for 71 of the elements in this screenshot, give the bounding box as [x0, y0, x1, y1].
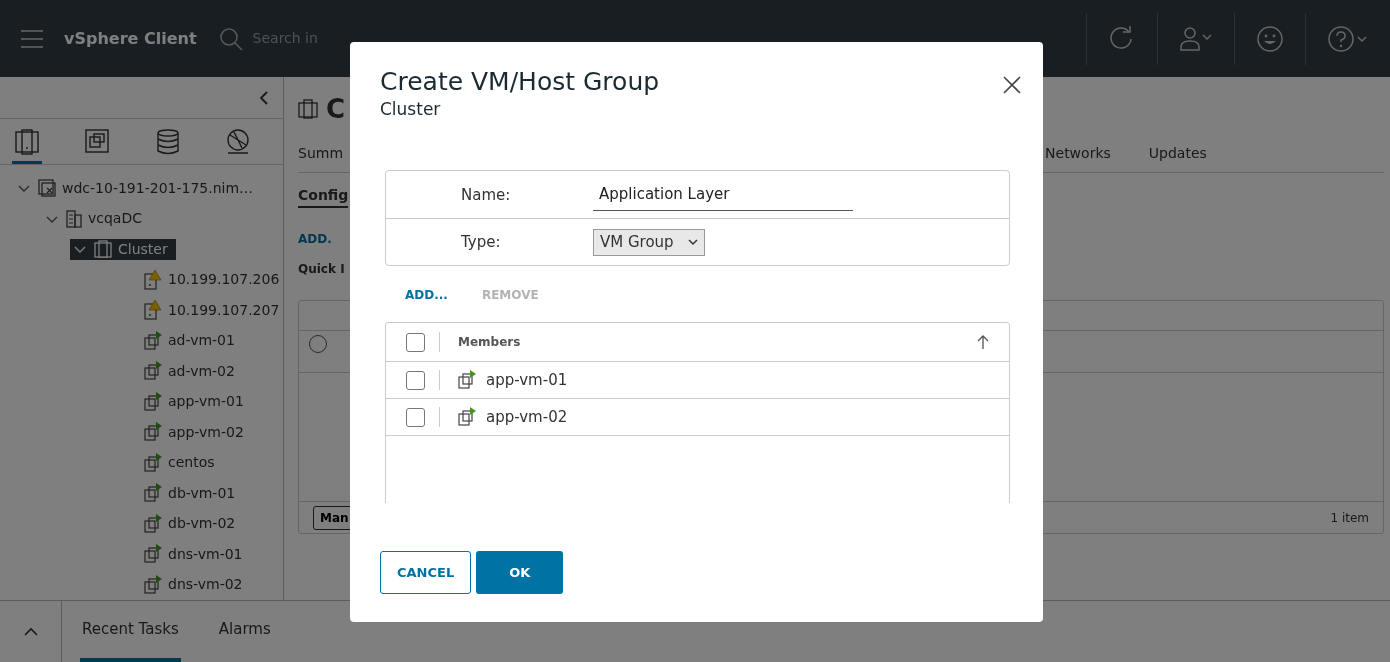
view-tab[interactable] — [12, 129, 42, 164]
tree-item[interactable]: ad-vm-01 — [144, 330, 235, 352]
page-title: C — [326, 92, 346, 126]
cluster-icon — [298, 99, 318, 119]
tab[interactable]: Recent Tasks — [80, 601, 181, 662]
tab[interactable]: Summ — [298, 143, 344, 164]
tree-item[interactable]: 10.199.107.206 — [144, 269, 280, 291]
tree-item[interactable]: ad-vm-02 — [144, 360, 235, 382]
column-header: Members — [458, 334, 521, 352]
dialog-title: Create VM/Host Group — [380, 68, 660, 97]
tree-item[interactable]: 10.199.107.207 — [144, 299, 280, 321]
checkbox[interactable] — [406, 370, 425, 390]
vm-icon — [458, 407, 476, 428]
menu-icon[interactable] — [20, 28, 44, 49]
subtab[interactable]: Config — [298, 185, 349, 208]
field-label: Name: — [460, 184, 512, 206]
tree-item[interactable]: vcqaDC — [42, 208, 142, 230]
tree-item[interactable]: dns-vm-02 — [144, 574, 243, 596]
vm-icon — [144, 391, 162, 412]
tree-item[interactable]: db-vm-02 — [144, 513, 236, 535]
smiley-icon[interactable] — [1257, 25, 1283, 52]
vm-icon — [144, 483, 162, 504]
close-icon — [1003, 75, 1021, 94]
tree-item[interactable]: dns-vm-01 — [144, 543, 243, 565]
sort-icon[interactable] — [977, 334, 989, 351]
checkbox[interactable] — [406, 332, 425, 352]
member-name: app-vm-02 — [486, 407, 568, 428]
tab[interactable]: Updates — [1148, 143, 1207, 164]
ok-button[interactable]: OK — [476, 551, 564, 594]
tree-item[interactable]: app-vm-01 — [144, 391, 244, 413]
server-icon — [38, 179, 56, 198]
collapse-icon[interactable] — [259, 89, 269, 106]
refresh-icon[interactable] — [1109, 25, 1135, 52]
vm-icon — [144, 544, 162, 565]
checkbox[interactable] — [406, 407, 425, 427]
dialog-subtitle: Cluster — [380, 97, 442, 121]
caret-icon — [687, 238, 698, 246]
host-warning-icon — [144, 300, 162, 321]
tree-item[interactable]: db-vm-01 — [144, 482, 236, 504]
host-warning-icon — [144, 269, 162, 290]
search-icon[interactable] — [218, 26, 243, 51]
tree-item[interactable]: app-vm-02 — [144, 421, 244, 443]
vm-icon — [144, 452, 162, 473]
add-button[interactable]: ADD... — [405, 286, 448, 305]
vms-view-icon — [85, 129, 110, 155]
vm-icon — [458, 370, 476, 391]
filter-label: Quick I — [298, 261, 346, 278]
vm-icon — [144, 330, 162, 351]
vm-icon — [144, 574, 162, 595]
vm-icon — [144, 361, 162, 382]
network-view-icon — [226, 129, 250, 155]
user-icon[interactable] — [1180, 25, 1212, 52]
tab[interactable]: Networks — [1045, 143, 1111, 164]
vm-icon — [144, 422, 162, 443]
tree-item[interactable]: Cluster — [70, 238, 176, 260]
field-label: Type: — [460, 232, 502, 253]
tab[interactable]: Alarms — [216, 601, 273, 662]
vm-icon — [144, 513, 162, 534]
tree-item[interactable]: wdc-10-191-201-175.nim… — [14, 177, 254, 199]
type-select[interactable]: VM Group — [593, 229, 705, 256]
tree-item[interactable]: centos — [144, 452, 215, 474]
cluster-icon — [94, 240, 112, 259]
item-count: 1 item — [1330, 509, 1369, 527]
expand-icon[interactable] — [23, 626, 38, 637]
member-name: app-vm-01 — [486, 370, 568, 391]
app-title: vSphere Client — [64, 27, 197, 50]
storage-view-icon — [155, 129, 180, 155]
hosts-view-icon — [15, 129, 39, 155]
cancel-button[interactable]: CANCEL — [380, 551, 472, 594]
building-icon — [66, 209, 82, 228]
help-icon[interactable] — [1328, 25, 1368, 52]
